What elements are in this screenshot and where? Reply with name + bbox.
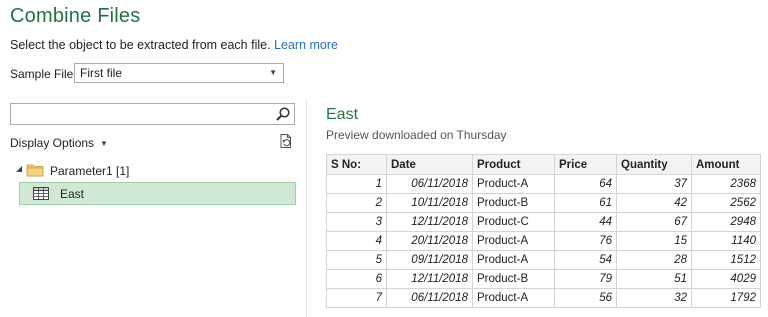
table-cell: 61 — [554, 193, 617, 213]
table-cell: 64 — [554, 174, 617, 194]
table-cell: 09/11/2018 — [386, 250, 473, 270]
learn-more-link[interactable]: Learn more — [274, 38, 338, 52]
search-icon[interactable] — [275, 106, 291, 122]
table-cell: Product-B — [472, 269, 555, 289]
table-cell: 56 — [554, 288, 617, 308]
table-cell: 2948 — [691, 212, 761, 232]
table-cell: 1140 — [691, 231, 761, 251]
column-header[interactable]: Price — [554, 154, 617, 175]
table-row: 6 12/11/2018 Product-B 79 51 4029 — [326, 269, 761, 289]
table-cell: 51 — [616, 269, 692, 289]
table-cell: 1512 — [691, 250, 761, 270]
column-header[interactable]: Quantity — [616, 154, 692, 175]
column-header[interactable]: Amount — [691, 154, 761, 175]
chevron-down-icon: ▼ — [100, 139, 108, 148]
tree-item-parameter1[interactable]: ◢ Parameter1 [1] — [16, 161, 296, 181]
table-cell: 42 — [616, 193, 692, 213]
table-cell: 79 — [554, 269, 617, 289]
table-cell: 2 — [326, 193, 387, 213]
data-grid: S No: Date Product Price Quantity Amount 1 06/… — [326, 154, 761, 308]
table-cell: 5 — [326, 250, 387, 270]
table-cell: 06/11/2018 — [386, 174, 473, 194]
table-icon — [33, 187, 49, 203]
table-row: 2 10/11/2018 Product-B 61 42 2562 — [326, 193, 761, 213]
search-input[interactable] — [10, 103, 295, 125]
sample-file-value: First file — [80, 66, 122, 80]
table-cell: Product-A — [472, 250, 555, 270]
table-cell: Product-A — [472, 288, 555, 308]
table-body: 1 06/11/2018 Product-A 64 37 2368 2 10/11/2018 P… — [326, 174, 761, 308]
table-cell: 76 — [554, 231, 617, 251]
table-cell: 1792 — [691, 288, 761, 308]
sample-file-label: Sample File: — [10, 67, 77, 81]
table-cell: 2368 — [691, 174, 761, 194]
refresh-icon[interactable] — [278, 133, 294, 149]
table-cell: Product-C — [472, 212, 555, 232]
preview-title: East — [326, 106, 359, 123]
table-cell: Product-B — [472, 193, 555, 213]
table-cell: 12/11/2018 — [386, 269, 473, 289]
table-cell: 1 — [326, 174, 387, 194]
table-row: 5 09/11/2018 Product-A 54 28 1512 — [326, 250, 761, 270]
pane-divider[interactable] — [306, 100, 307, 317]
table-cell: Product-A — [472, 174, 555, 194]
table-cell: 6 — [326, 269, 387, 289]
table-header-row: S No: Date Product Price Quantity Amount — [326, 154, 761, 175]
column-header[interactable]: Date — [386, 154, 473, 175]
sample-file-dropdown[interactable]: First file ▼ — [74, 63, 284, 83]
display-options-button[interactable]: Display Options ▼ — [10, 136, 108, 150]
preview-table: S No: Date Product Price Quantity Amount 1 06/… — [326, 154, 761, 308]
table-cell: 06/11/2018 — [386, 288, 473, 308]
table-cell: 2562 — [691, 193, 761, 213]
display-options-label: Display Options — [10, 136, 95, 150]
table-cell: 20/11/2018 — [386, 231, 473, 251]
folder-icon — [26, 163, 44, 180]
chevron-down-icon: ▼ — [269, 68, 277, 77]
table-cell: 15 — [616, 231, 692, 251]
tree-item-east[interactable]: East — [19, 182, 296, 205]
dialog-subtitle: Select the object to be extracted from e… — [10, 38, 338, 52]
column-header[interactable]: Product — [472, 154, 555, 175]
table-cell: 3 — [326, 212, 387, 232]
dialog-title: Combine Files — [10, 5, 141, 27]
preview-subtitle: Preview downloaded on Thursday — [326, 128, 507, 142]
expand-arrow-icon[interactable]: ◢ — [16, 164, 22, 173]
table-cell: 4029 — [691, 269, 761, 289]
table-row: 3 12/11/2018 Product-C 44 67 2948 — [326, 212, 761, 232]
table-cell: 28 — [616, 250, 692, 270]
subtitle-text: Select the object to be extracted from e… — [10, 38, 271, 52]
table-cell: 7 — [326, 288, 387, 308]
column-header[interactable]: S No: — [326, 154, 387, 175]
table-row: 1 06/11/2018 Product-A 64 37 2368 — [326, 174, 761, 194]
tree-item-label: East — [60, 187, 85, 201]
table-cell: 10/11/2018 — [386, 193, 473, 213]
tree-item-label: Parameter1 [1] — [50, 164, 130, 178]
table-cell: 54 — [554, 250, 617, 270]
table-cell: 44 — [554, 212, 617, 232]
table-row: 7 06/11/2018 Product-A 56 32 1792 — [326, 288, 761, 308]
table-cell: 12/11/2018 — [386, 212, 473, 232]
table-cell: 37 — [616, 174, 692, 194]
table-cell: 32 — [616, 288, 692, 308]
table-row: 4 20/11/2018 Product-A 76 15 1140 — [326, 231, 761, 251]
table-cell: Product-A — [472, 231, 555, 251]
table-cell: 4 — [326, 231, 387, 251]
table-cell: 67 — [616, 212, 692, 232]
